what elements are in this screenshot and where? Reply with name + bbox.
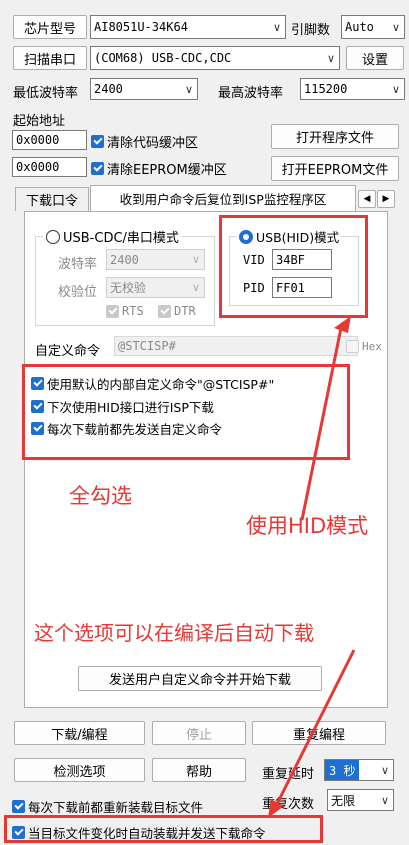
arrow-to-hid-line: [300, 322, 344, 521]
check-all-annotation: 全勾选: [69, 484, 132, 508]
arrow-to-auto-head: [268, 799, 284, 818]
auto-download-annotation: 这个选项可以在编译后自动下载: [34, 621, 314, 645]
use-hid-annotation: 使用HID模式: [246, 514, 369, 538]
arrow-to-hid-head: [334, 316, 351, 333]
annotation-arrows: [268, 316, 356, 818]
arrow-to-auto-line: [274, 649, 356, 807]
